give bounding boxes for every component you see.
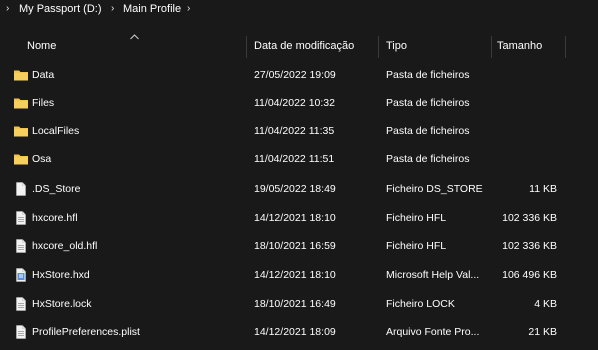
column-divider[interactable] bbox=[378, 36, 379, 58]
file-date: 14/12/2021 18:10 bbox=[254, 269, 336, 281]
file-date: 19/05/2022 18:49 bbox=[254, 183, 336, 195]
file-date: 14/12/2021 18:10 bbox=[254, 212, 336, 224]
file-name: Osa bbox=[32, 153, 52, 165]
file-type: Ficheiro LOCK bbox=[386, 298, 455, 310]
file-row[interactable]: HxStore.hxd 14/12/2021 18:10 Microsoft H… bbox=[0, 261, 598, 289]
file-name: HxStore.hxd bbox=[32, 269, 90, 281]
file-name: hxcore.hfl bbox=[32, 212, 78, 224]
breadcrumb-item-main-profile[interactable]: Main Profile bbox=[123, 2, 181, 16]
file-row[interactable]: HxStore.lock 18/10/2021 16:49 Ficheiro L… bbox=[0, 290, 598, 318]
file-type: Microsoft Help Val... bbox=[386, 269, 480, 281]
breadcrumb-separator[interactable]: › bbox=[6, 2, 9, 16]
file-row[interactable]: Data 27/05/2022 19:09 Pasta de ficheiros bbox=[0, 61, 598, 89]
column-divider[interactable] bbox=[246, 36, 247, 58]
breadcrumb-separator[interactable]: › bbox=[187, 2, 190, 16]
file-date: 11/04/2022 11:35 bbox=[254, 125, 335, 137]
file-name: Files bbox=[32, 97, 55, 109]
breadcrumb: › My Passport (D:) › Main Profile › bbox=[0, 0, 598, 20]
file-date: 11/04/2022 10:32 bbox=[254, 97, 335, 109]
folder-icon bbox=[14, 98, 28, 109]
document-file-icon bbox=[16, 325, 26, 339]
file-name: hxcore_old.hfl bbox=[32, 240, 98, 252]
file-size bbox=[492, 151, 557, 167]
file-name: .DS_Store bbox=[32, 183, 81, 195]
file-type: Pasta de ficheiros bbox=[386, 69, 470, 81]
file-type: Ficheiro DS_STORE bbox=[386, 183, 483, 195]
file-name: HxStore.lock bbox=[32, 298, 92, 310]
file-row[interactable]: .DS_Store 19/05/2022 18:49 Ficheiro DS_S… bbox=[0, 175, 598, 203]
document-file-icon bbox=[16, 211, 26, 225]
file-type: Ficheiro HFL bbox=[386, 240, 447, 252]
file-date: 11/04/2022 11:51 bbox=[254, 153, 335, 165]
file-row[interactable]: hxcore_old.hfl 18/10/2021 16:59 Ficheiro… bbox=[0, 232, 598, 260]
file-name: LocalFiles bbox=[32, 125, 80, 137]
file-date: 14/12/2021 18:09 bbox=[254, 326, 336, 338]
document-file-icon bbox=[16, 239, 26, 253]
file-size: 102 336 KB bbox=[502, 240, 557, 252]
file-row[interactable]: hxcore.hfl 14/12/2021 18:10 Ficheiro HFL… bbox=[0, 204, 598, 232]
file-size: 21 KB bbox=[528, 326, 557, 338]
column-header-name[interactable]: Nome bbox=[27, 33, 56, 59]
file-size: 106 496 KB bbox=[502, 269, 557, 281]
file-row[interactable]: Files 11/04/2022 10:32 Pasta de ficheiro… bbox=[0, 89, 598, 117]
file-date: 18/10/2021 16:59 bbox=[254, 240, 336, 252]
blank-file-icon bbox=[16, 182, 26, 196]
file-size bbox=[492, 95, 557, 111]
help-file-icon bbox=[16, 268, 26, 282]
file-type: Ficheiro HFL bbox=[386, 212, 447, 224]
file-name: Data bbox=[32, 69, 55, 81]
document-file-icon bbox=[16, 297, 26, 311]
file-size: 102 336 KB bbox=[502, 212, 557, 224]
column-header-row: Nome Data de modificação Tipo Tamanho bbox=[0, 33, 598, 59]
column-divider[interactable] bbox=[565, 36, 566, 58]
file-date: 18/10/2021 16:49 bbox=[254, 298, 336, 310]
file-size: 4 KB bbox=[534, 298, 557, 310]
folder-icon bbox=[14, 70, 28, 81]
column-header-size[interactable]: Tamanho bbox=[497, 33, 542, 59]
folder-icon bbox=[14, 126, 28, 137]
file-name: ProfilePreferences.plist bbox=[32, 326, 140, 338]
column-header-date[interactable]: Data de modificação bbox=[254, 33, 354, 59]
file-row[interactable]: ProfilePreferences.plist 14/12/2021 18:0… bbox=[0, 318, 598, 346]
file-type: Pasta de ficheiros bbox=[386, 97, 470, 109]
folder-icon bbox=[14, 154, 28, 165]
file-type: Arquivo Fonte Pro... bbox=[386, 326, 480, 338]
file-type: Pasta de ficheiros bbox=[386, 153, 470, 165]
file-size bbox=[492, 67, 557, 83]
breadcrumb-separator[interactable]: › bbox=[111, 2, 114, 16]
file-size: 11 KB bbox=[529, 183, 557, 195]
column-header-type[interactable]: Tipo bbox=[386, 33, 407, 59]
breadcrumb-item-drive[interactable]: My Passport (D:) bbox=[19, 2, 102, 16]
file-row[interactable]: LocalFiles 11/04/2022 11:35 Pasta de fic… bbox=[0, 117, 598, 145]
file-size bbox=[492, 123, 557, 139]
file-row[interactable]: Osa 11/04/2022 11:51 Pasta de ficheiros bbox=[0, 145, 598, 173]
file-type: Pasta de ficheiros bbox=[386, 125, 470, 137]
file-date: 27/05/2022 19:09 bbox=[254, 69, 336, 81]
column-divider[interactable] bbox=[491, 36, 492, 58]
